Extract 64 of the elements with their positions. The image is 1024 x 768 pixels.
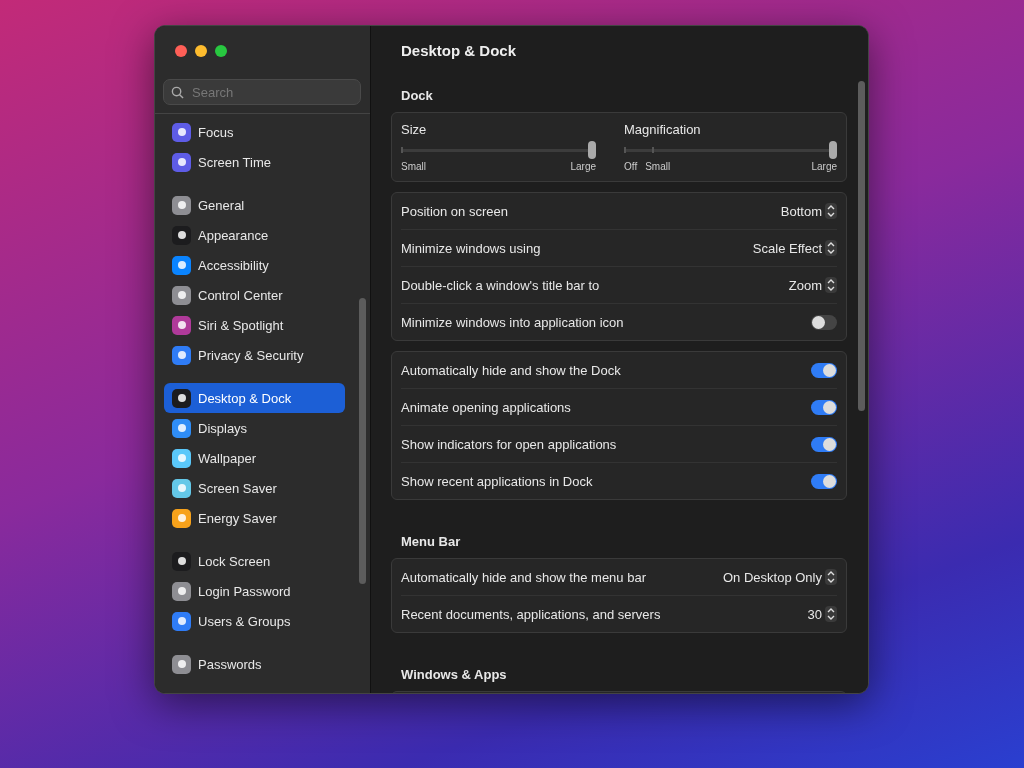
setting-label: Automatically hide and show the menu bar: [401, 569, 646, 585]
sidebar-item[interactable]: Control Center: [164, 280, 345, 310]
chevron-icon: [825, 569, 837, 585]
slider-track[interactable]: [624, 141, 837, 159]
setting-label: Recent documents, applications, and servers: [401, 606, 661, 622]
scrollbar[interactable]: [858, 81, 865, 411]
section-heading: Menu Bar: [400, 533, 462, 551]
section-heading: Windows & Apps: [400, 666, 508, 684]
slider-track[interactable]: [401, 141, 596, 159]
sidebar-item[interactable]: Screen Time: [164, 147, 345, 177]
sidebar-item[interactable]: Privacy & Security: [164, 340, 345, 370]
popup-menu[interactable]: Bottom: [780, 203, 837, 219]
slider-min-label: Small: [401, 161, 426, 172]
popup-menu[interactable]: 30: [807, 606, 837, 622]
chevron-icon: [825, 606, 837, 622]
sidebar-item[interactable]: Users & Groups: [164, 606, 345, 636]
toggle-switch[interactable]: [811, 362, 837, 378]
chevron-icon: [825, 203, 837, 219]
chevron-icon: [825, 240, 837, 256]
toggle-switch[interactable]: [811, 436, 837, 452]
section-heading: Dock: [400, 87, 434, 105]
search-icon: [171, 86, 184, 99]
sidebar-item[interactable]: Focus: [164, 117, 345, 147]
slider-max-label: Large: [570, 161, 596, 172]
chevron-icon: [825, 277, 837, 293]
setting-label: Minimize windows using: [401, 240, 541, 256]
sidebar-item[interactable]: Appearance: [164, 220, 345, 250]
sidebar-item[interactable]: Displays: [164, 413, 345, 443]
sidebar-item[interactable]: Passwords: [164, 649, 345, 679]
slider-max-label: Large: [811, 161, 837, 172]
slider-thumb[interactable]: [588, 141, 596, 159]
slider-label: Size: [401, 122, 428, 137]
setting-label: Double-click a window's title bar to: [401, 277, 600, 293]
slider-mid-label: Small: [645, 161, 671, 172]
sidebar-item[interactable]: Wallpaper: [164, 443, 345, 473]
slider-min-label: Off: [624, 161, 638, 172]
sidebar-item[interactable]: Screen Saver: [164, 473, 345, 503]
popup-menu[interactable]: Scale Effect: [752, 240, 837, 256]
sidebar-item[interactable]: Lock Screen: [164, 546, 345, 576]
toggle-switch[interactable]: [811, 399, 837, 415]
setting-label: Automatically hide and show the Dock: [401, 362, 621, 378]
sidebar-item[interactable]: Siri & Spotlight: [164, 310, 345, 340]
setting-label: Minimize windows into application icon: [401, 314, 624, 330]
toggle-switch[interactable]: [811, 473, 837, 489]
setting-label: Show indicators for open applications: [401, 436, 617, 452]
popup-menu[interactable]: On Desktop Only: [723, 569, 837, 585]
toggle-switch[interactable]: [811, 314, 837, 330]
minimize-button[interactable]: [195, 45, 207, 57]
sidebar-item[interactable]: Login Password: [164, 576, 345, 606]
slider-label: Magnification: [624, 122, 702, 137]
zoom-button[interactable]: [215, 45, 227, 57]
sidebar-item[interactable]: Desktop & Dock: [164, 383, 345, 413]
setting-label: Position on screen: [401, 203, 508, 219]
window-title: Desktop & Dock: [400, 41, 518, 61]
search-field[interactable]: Search: [163, 79, 361, 105]
sidebar-item[interactable]: Accessibility: [164, 250, 345, 280]
sidebar-item[interactable]: General: [164, 190, 345, 220]
sidebar-item[interactable]: Energy Saver: [164, 503, 345, 533]
close-button[interactable]: [175, 45, 187, 57]
setting-label: Animate opening applications: [401, 399, 571, 415]
slider-thumb[interactable]: [829, 141, 837, 159]
scrollbar[interactable]: [359, 298, 366, 584]
setting-label: Show recent applications in Dock: [401, 473, 593, 489]
popup-menu[interactable]: Zoom: [788, 277, 837, 293]
